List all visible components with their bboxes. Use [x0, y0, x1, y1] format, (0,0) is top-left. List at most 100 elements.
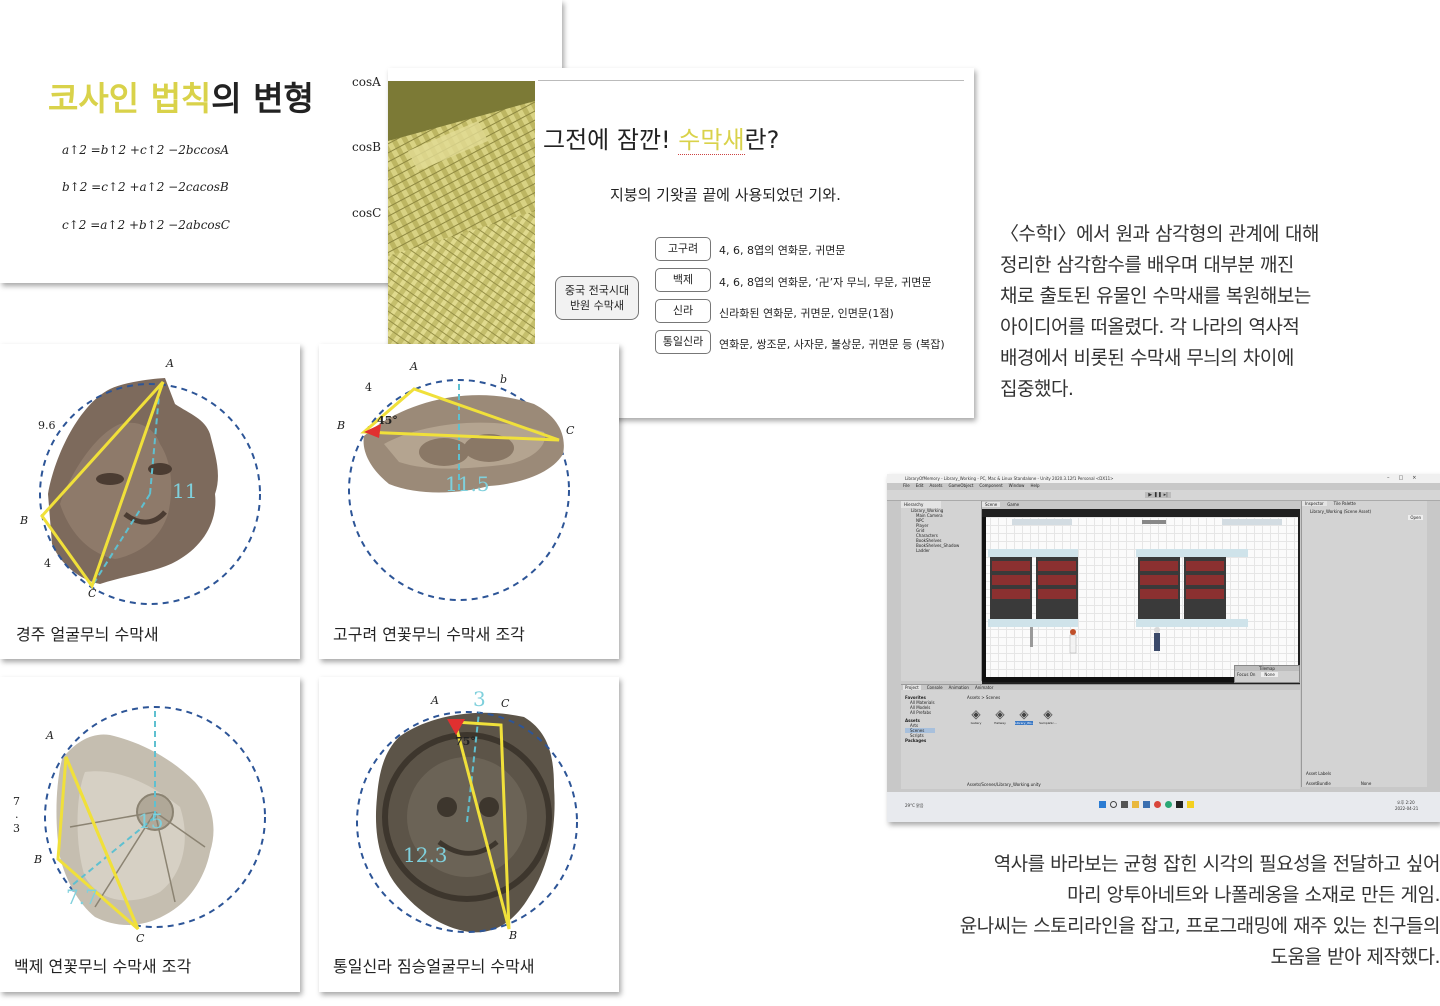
menu-gameobject[interactable]: GameObject [948, 483, 973, 488]
value-4: 4 [44, 557, 51, 570]
menu-edit[interactable]: Edit [916, 483, 924, 488]
value-12-3: 12.3 [403, 843, 448, 867]
focus-on-value[interactable]: None [1261, 672, 1278, 677]
asset-path: Assets/Scenes/Library_Working.unity [967, 782, 1041, 787]
label-b: B [337, 419, 346, 432]
tab-project[interactable]: Project [903, 685, 921, 690]
paragraph-line: 도움을 받아 제작했다. [1270, 946, 1440, 968]
menu-component[interactable]: Component [979, 483, 1002, 488]
photo-card-baekje: A B C 7 . 3 15 7.7 백제 연꽃무늬 수막새 조각 [0, 677, 300, 992]
play-controls[interactable]: ▶ ❚❚ ▸| [1145, 492, 1171, 498]
tag-goguryeo: 고구려 [655, 237, 711, 261]
label-a: A [46, 729, 54, 742]
row-unified-silla: 연화문, 쌍조문, 사자문, 불상문, 귀면문 등 (복잡) [719, 338, 945, 351]
tab-inspector[interactable]: Inspector [1302, 501, 1327, 506]
tab-scene[interactable]: Scene [982, 502, 1001, 507]
label-b: B [509, 929, 518, 942]
paragraph-math: 〈수학Ⅰ〉에서 원과 삼각형의 관계에 대해 정리한 삼각함수를 배우며 대부분… [1000, 219, 1420, 405]
value-b: b [500, 373, 508, 386]
unified-silla-tile-figure [356, 711, 578, 933]
label-b: B [20, 514, 29, 527]
unity-scene-icon: ◈ [971, 707, 981, 721]
clock-date[interactable]: 2022-04-21 [1395, 806, 1418, 811]
cos-a-label: cosA [352, 75, 381, 89]
china-box: 중국 전국시대 반원 수막새 [555, 276, 639, 320]
menu-file[interactable]: File [903, 483, 910, 488]
label-b: B [34, 853, 43, 866]
tab-game[interactable]: Game [1004, 502, 1022, 507]
unity-editor-screenshot: LibraryOfMemory - Library_Working - PC, … [887, 474, 1440, 822]
paragraph-line: 채로 출토된 유물인 수막새를 복원해보는 [1000, 285, 1311, 307]
label-c: C [88, 587, 97, 600]
tab-console[interactable]: Console [927, 685, 943, 690]
caption-unified-silla: 통일신라 짐승얼굴무늬 수막새 [333, 957, 535, 976]
menu-assets[interactable]: Assets [929, 483, 942, 488]
paragraph-line: 집중했다. [1000, 378, 1074, 400]
title-highlight: 코사인 법칙 [48, 79, 212, 118]
library-scene-art [988, 519, 1282, 654]
value-7-7: 7.7 [66, 885, 98, 909]
tag-unified-silla: 통일신라 [655, 330, 711, 354]
menu-help[interactable]: Help [1030, 483, 1039, 488]
assetbundle-value[interactable]: None [1361, 781, 1371, 786]
tag-baekje: 백제 [655, 268, 711, 292]
packages-label[interactable]: Packages [905, 738, 935, 743]
scene-tabs: Scene Game [982, 502, 1022, 507]
photo-card-unified-silla: A B C 3 75° 12.3 통일신라 짐승얼굴무늬 수막새 [319, 677, 619, 992]
photo-card-face: A B C 9.6 4 11 경주 얼굴무늬 수막새 [0, 344, 300, 659]
scene-view[interactable]: Tilemap Focus On None [982, 509, 1300, 684]
value-11: 11 [172, 479, 198, 503]
cos-c-label: cosC [352, 206, 382, 220]
value-9-6: 9.6 [38, 419, 56, 432]
hierarchy-tab[interactable]: Hierarchy [901, 501, 941, 508]
china-box-line1: 중국 전국시대 [564, 284, 630, 297]
label-a: A [431, 694, 439, 707]
tab-animator[interactable]: Animator [975, 685, 993, 690]
sumaksae-title: 그전에 잠깐! 수막새란? [543, 120, 779, 155]
row-goguryeo: 4, 6, 8엽의 연화문, 귀면문 [719, 244, 846, 257]
value-4: 4 [365, 381, 372, 394]
explorer-icon[interactable] [1132, 801, 1139, 808]
tag-silla: 신라 [655, 299, 711, 323]
title-rest: 의 변형 [211, 79, 314, 118]
search-icon[interactable] [1110, 801, 1117, 808]
hierarchy-item[interactable]: Ladder [916, 548, 981, 553]
asset-labels: Asset Labels [1306, 771, 1332, 776]
unity-scene-icon: ◈ [995, 707, 1005, 721]
store-icon[interactable] [1143, 801, 1150, 808]
chrome-icon[interactable] [1154, 801, 1161, 808]
paragraph-line: 마리 앙투아네트와 나폴레옹을 소재로 만든 게임. [1067, 884, 1440, 906]
tab-animation[interactable]: Animation [949, 685, 969, 690]
tab-tile-palette[interactable]: Tile Palette [1331, 501, 1359, 506]
focus-on-label: Focus On [1237, 672, 1256, 677]
formula-c: c↑2 =a↑2 +b↑2 −2abcosC [62, 218, 230, 232]
row-baekje: 4, 6, 8엽의 연화문, ‘卍’자 무늬, 무문, 귀면문 [719, 276, 932, 289]
value-7: 7 [13, 795, 20, 808]
taskbar: 29°C 맑음 오후 2:20 2022-04-21 [887, 792, 1440, 822]
scene-file[interactable]: ◈ Library_Wo... [1015, 707, 1034, 725]
inspector-open-button[interactable]: Open [1408, 515, 1423, 520]
scene-file[interactable]: ◈ Hallway [991, 707, 1009, 725]
taskview-icon[interactable] [1121, 801, 1128, 808]
value-11-5: 11.5 [445, 472, 490, 496]
start-icon[interactable] [1099, 801, 1106, 808]
value-3: 3 [473, 687, 486, 711]
row-silla: 신라화된 연화문, 귀면문, 인면문(1점) [719, 307, 894, 320]
window-controls: –□× [1387, 475, 1426, 481]
weather-widget[interactable]: 29°C 맑음 [905, 803, 924, 809]
favorites-item[interactable]: All Prefabs [905, 710, 935, 715]
label-c: C [136, 932, 145, 945]
unity-icon[interactable] [1176, 801, 1183, 808]
formula-b: b↑2 =c↑2 +a↑2 −2cacosB [62, 180, 229, 194]
edge-icon[interactable] [1165, 801, 1172, 808]
window-title: LibraryOfMemory - Library_Working - PC, … [905, 476, 1114, 481]
kakao-icon[interactable] [1187, 801, 1194, 808]
caption-goguryeo: 고구려 연꽃무늬 수막새 조각 [333, 625, 525, 644]
scene-file[interactable]: ◈ Gallery [967, 707, 985, 725]
paragraph-line: 배경에서 비롯된 수막새 무늬의 차이에 [1000, 347, 1294, 369]
tilemap-popup[interactable]: Tilemap Focus On None [1234, 665, 1300, 683]
paragraph-game: 역사를 바라보는 균형 잡힌 시각의 필요성을 전달하고 싶어 마리 앙투아네트… [870, 849, 1440, 973]
menu-window[interactable]: Window [1009, 483, 1025, 488]
scene-file[interactable]: ◈ SampleSc... [1039, 707, 1057, 725]
cosine-slide-title: 코사인 법칙의 변형 [48, 72, 314, 120]
